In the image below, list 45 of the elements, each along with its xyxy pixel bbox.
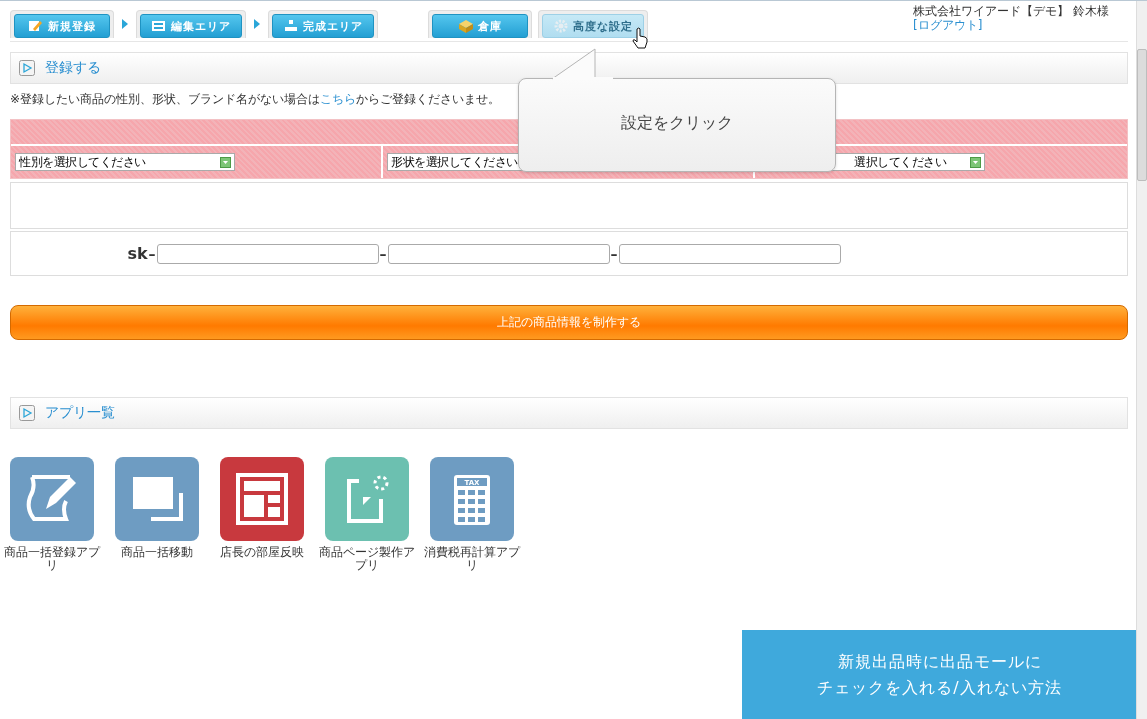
box-icon (458, 18, 474, 34)
app-label: 商品ページ製作アプリ (318, 546, 416, 572)
note-text: ※登録したい商品の性別、形状、ブランド名がない場合はこちらからご登録くださいませ。 (10, 91, 502, 108)
separator: – (610, 245, 618, 262)
pencil-icon (28, 18, 44, 34)
play-icon (19, 60, 35, 76)
user-name: 株式会社ワイアード【デモ】 鈴木様 (913, 4, 1110, 18)
blocks-icon (283, 18, 299, 34)
banner-text: チェックを入れる/入れない方法 (817, 677, 1062, 699)
layout-icon (234, 471, 290, 527)
app-tile[interactable] (325, 457, 409, 541)
app-tile[interactable] (10, 457, 94, 541)
cursor-icon (631, 27, 649, 49)
section-title: アプリ一覧 (45, 404, 115, 422)
app-label: 商品一括移動 (120, 546, 194, 559)
scrollbar[interactable] (1136, 1, 1147, 719)
input-field[interactable] (387, 243, 610, 264)
arrow-icon (122, 19, 128, 29)
app-tile[interactable] (220, 457, 304, 541)
logout-link[interactable]: [ログアウト] (913, 18, 983, 32)
nav-tab[interactable]: 編集エリア (140, 14, 242, 38)
sku-prefix: sk (127, 244, 148, 263)
nav-tab[interactable]: 完成エリア (272, 14, 374, 38)
separator: – (379, 245, 387, 262)
gear-icon (553, 18, 569, 34)
app-label: 消費税再計算アプリ (423, 546, 522, 572)
banner-text: 新規出品時に出品モールに (837, 651, 1042, 673)
separator: – (148, 245, 156, 262)
dropdown[interactable]: 性別を選択してください (15, 153, 235, 171)
here-link[interactable]: こちら (320, 92, 357, 106)
nav-tab[interactable]: 新規登録 (14, 14, 110, 38)
input-field[interactable] (156, 243, 379, 264)
nav-tab[interactable]: 倉庫 (432, 14, 528, 38)
caret-icon (220, 156, 231, 168)
tooltip: 設定をクリック (518, 78, 836, 172)
caret-icon (970, 156, 981, 168)
submit-button[interactable]: 上記の商品情報を制作する (10, 305, 1128, 340)
card-icon (151, 18, 167, 34)
section-title: 登録する (45, 59, 101, 77)
arrow-icon (254, 19, 260, 29)
app-label: 商品一括登録アプリ (3, 546, 102, 572)
app-label: 店長の部屋反映 (219, 546, 305, 559)
app-tile[interactable] (115, 457, 199, 541)
play-icon (19, 405, 35, 421)
input-field[interactable] (618, 243, 841, 264)
